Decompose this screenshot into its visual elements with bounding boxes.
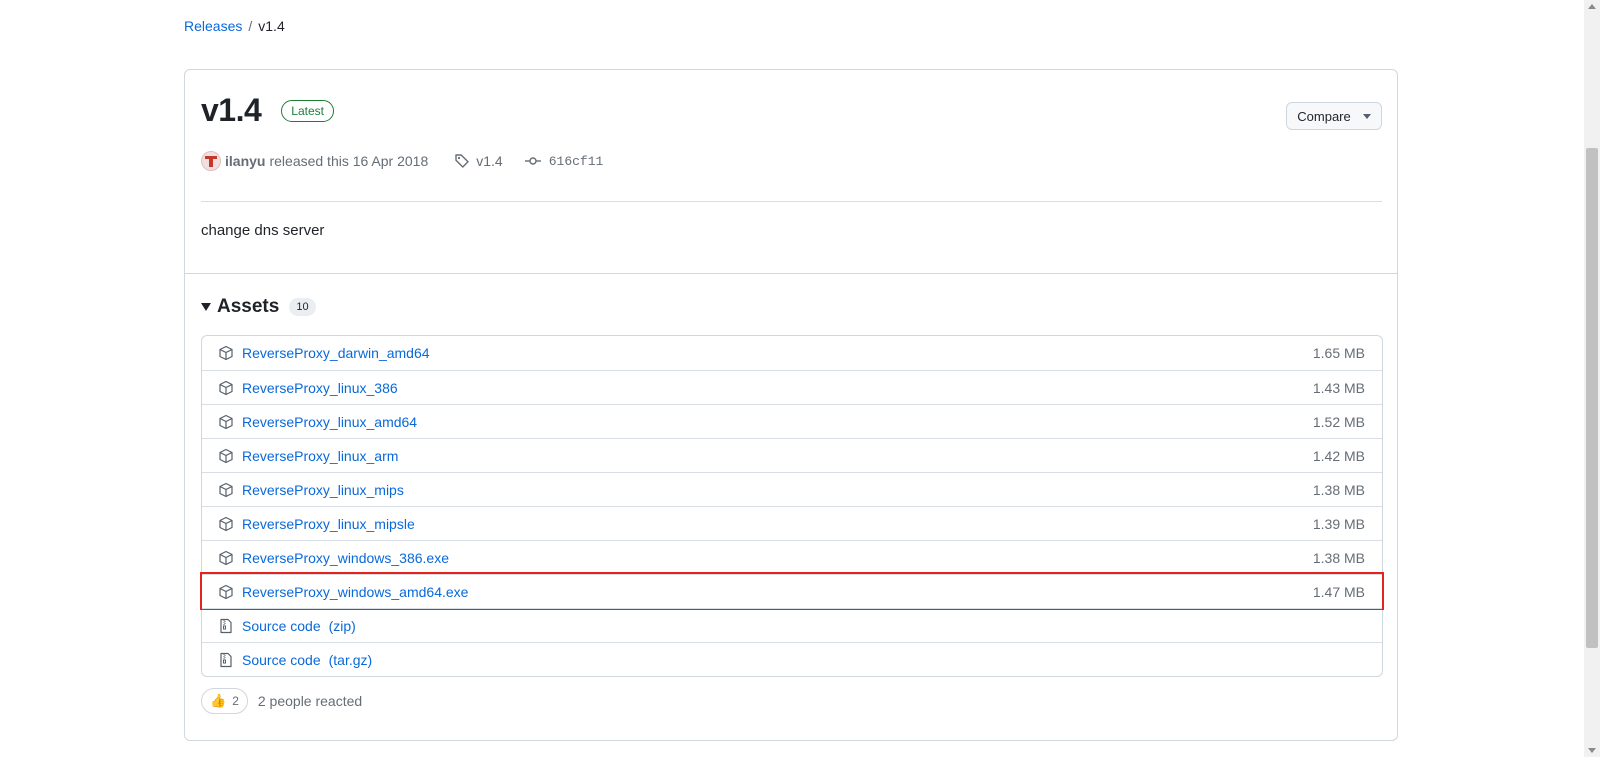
release-header: v1.4 Latest — [201, 92, 334, 129]
asset-size: 1.47 MB — [1312, 583, 1365, 600]
assets-title: Assets — [217, 296, 280, 317]
file-zip-icon — [218, 652, 234, 668]
asset-link[interactable]: ReverseProxy_darwin_amd64 — [242, 345, 430, 361]
commit-sha: 616cf11 — [548, 153, 604, 169]
author-link[interactable]: ilanyu — [225, 153, 265, 169]
breadcrumb-separator: / — [248, 18, 253, 34]
asset-link[interactable]: ReverseProxy_linux_mipsle — [242, 516, 415, 532]
package-icon — [218, 550, 234, 566]
tag-link[interactable]: v1.4 — [454, 153, 503, 169]
tag-label: v1.4 — [476, 153, 503, 169]
release-title[interactable]: v1.4 — [201, 92, 262, 129]
latest-badge: Latest — [281, 99, 334, 122]
scrollbar-thumb[interactable] — [1586, 148, 1598, 648]
source-ext[interactable]: (zip) — [329, 618, 356, 634]
release-description: change dns server — [201, 222, 325, 239]
scroll-up-icon[interactable] — [1588, 4, 1596, 9]
compare-button[interactable]: Compare — [1286, 102, 1382, 130]
asset-link[interactable]: ReverseProxy_linux_mips — [242, 482, 404, 498]
assets-toggle[interactable]: Assets 10 — [201, 296, 316, 318]
asset-link[interactable]: ReverseProxy_linux_amd64 — [242, 414, 417, 430]
assets-count-badge: 10 — [289, 298, 316, 316]
package-icon — [218, 345, 234, 361]
asset-row[interactable]: ReverseProxy_windows_386.exe 1.38 MB — [202, 540, 1382, 574]
commit-link[interactable]: 616cf11 — [524, 153, 604, 169]
asset-size: 1.39 MB — [1312, 515, 1365, 532]
asset-size: 1.42 MB — [1312, 447, 1365, 464]
package-icon — [218, 380, 234, 396]
package-icon — [218, 448, 234, 464]
thumbs-up-icon: 👍 — [210, 693, 227, 708]
compare-label: Compare — [1297, 108, 1351, 124]
reactions: 👍 2 2 people reacted — [201, 688, 362, 714]
package-icon — [218, 516, 234, 532]
asset-size: 1.43 MB — [1312, 379, 1365, 396]
release-date: released this 16 Apr 2018 — [269, 153, 429, 169]
source-ext[interactable]: (tar.gz) — [329, 652, 373, 668]
scroll-down-icon[interactable] — [1588, 748, 1596, 753]
asset-row[interactable]: ReverseProxy_linux_amd64 1.52 MB — [202, 404, 1382, 438]
source-row[interactable]: Source code (zip) — [202, 608, 1382, 642]
divider — [201, 201, 1382, 202]
asset-link[interactable]: ReverseProxy_linux_arm — [242, 448, 398, 464]
assets-list: ReverseProxy_darwin_amd64 1.65 MB Revers… — [200, 335, 1384, 677]
triangle-down-icon — [201, 303, 211, 311]
asset-row[interactable]: ReverseProxy_darwin_amd64 1.65 MB — [202, 336, 1382, 370]
asset-link[interactable]: ReverseProxy_linux_386 — [242, 380, 398, 396]
source-code-link[interactable]: Source code — [242, 618, 321, 634]
asset-size: 1.52 MB — [1312, 413, 1365, 430]
asset-row[interactable]: ReverseProxy_linux_mipsle 1.39 MB — [202, 506, 1382, 540]
asset-link[interactable]: ReverseProxy_windows_amd64.exe — [242, 584, 468, 600]
asset-row[interactable]: ReverseProxy_linux_mips 1.38 MB — [202, 472, 1382, 506]
release-meta: ilanyu released this 16 Apr 2018 v1.4 61… — [201, 151, 603, 171]
scrollbar[interactable] — [1584, 0, 1600, 757]
asset-size: 1.38 MB — [1312, 549, 1365, 566]
asset-row-highlighted[interactable]: ReverseProxy_windows_amd64.exe 1.47 MB — [200, 572, 1384, 610]
breadcrumb: Releases / v1.4 — [184, 18, 285, 34]
asset-size: 1.38 MB — [1312, 481, 1365, 498]
breadcrumb-releases-link[interactable]: Releases — [184, 18, 242, 34]
file-zip-icon — [218, 618, 234, 634]
tag-icon — [455, 154, 469, 168]
asset-link[interactable]: ReverseProxy_windows_386.exe — [242, 550, 449, 566]
package-icon — [218, 584, 234, 600]
thumbs-up-reaction-button[interactable]: 👍 2 — [201, 688, 248, 714]
git-commit-icon — [524, 157, 541, 165]
reaction-summary: 2 people reacted — [257, 693, 363, 709]
avatar[interactable] — [201, 151, 221, 171]
asset-row[interactable]: ReverseProxy_linux_arm 1.42 MB — [202, 438, 1382, 472]
package-icon — [218, 482, 234, 498]
asset-size: 1.65 MB — [1312, 345, 1365, 361]
reaction-count: 2 — [232, 694, 239, 708]
breadcrumb-current: v1.4 — [258, 18, 285, 34]
release-card: v1.4 Latest Compare ilanyu released this… — [184, 69, 1398, 741]
chevron-down-icon — [1362, 113, 1371, 119]
asset-row[interactable]: ReverseProxy_linux_386 1.43 MB — [202, 370, 1382, 404]
source-row[interactable]: Source code (tar.gz) — [202, 642, 1382, 676]
source-code-link[interactable]: Source code — [242, 652, 321, 668]
package-icon — [218, 414, 234, 430]
divider — [185, 273, 1397, 274]
